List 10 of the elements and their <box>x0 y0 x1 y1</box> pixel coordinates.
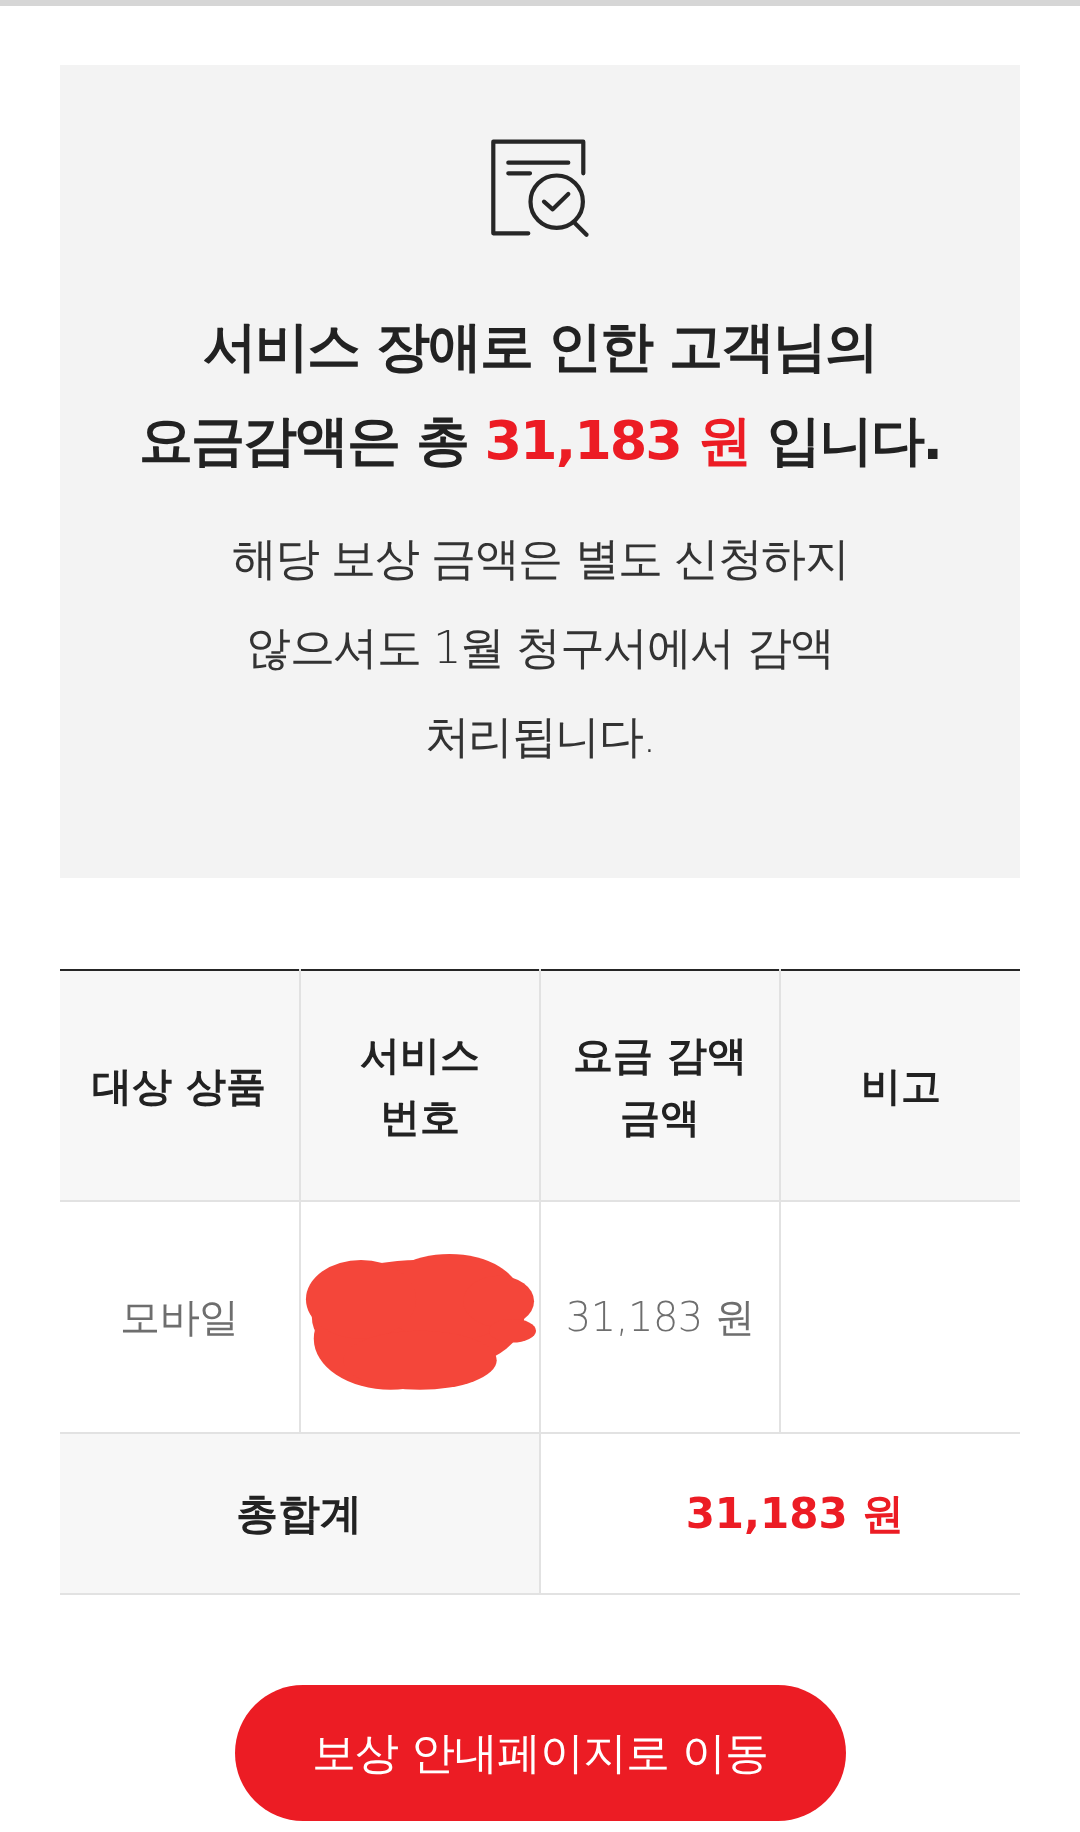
summary-note: 해당 보상 금액은 별도 신청하지 않으셔도 1월 청구서에서 감액 처리됩니다. <box>230 531 850 765</box>
compensation-guide-button[interactable]: 보상 안내페이지로 이동 <box>234 1685 846 1821</box>
document-magnifier-icon <box>490 138 590 238</box>
total-label: 총합계 <box>60 1433 540 1594</box>
column-header: 서비스 번호 <box>299 970 540 1201</box>
column-header: 대상 상품 <box>60 970 300 1201</box>
column-header: 요금 감액 금액 <box>540 970 781 1201</box>
column-header: 비고 <box>780 970 1020 1201</box>
summary-title: 서비스 장애로 인한 고객님의 요금감액은 총 31,183 원 입니다. <box>137 314 943 474</box>
total-amount: 31,183 원 <box>540 1433 1020 1594</box>
